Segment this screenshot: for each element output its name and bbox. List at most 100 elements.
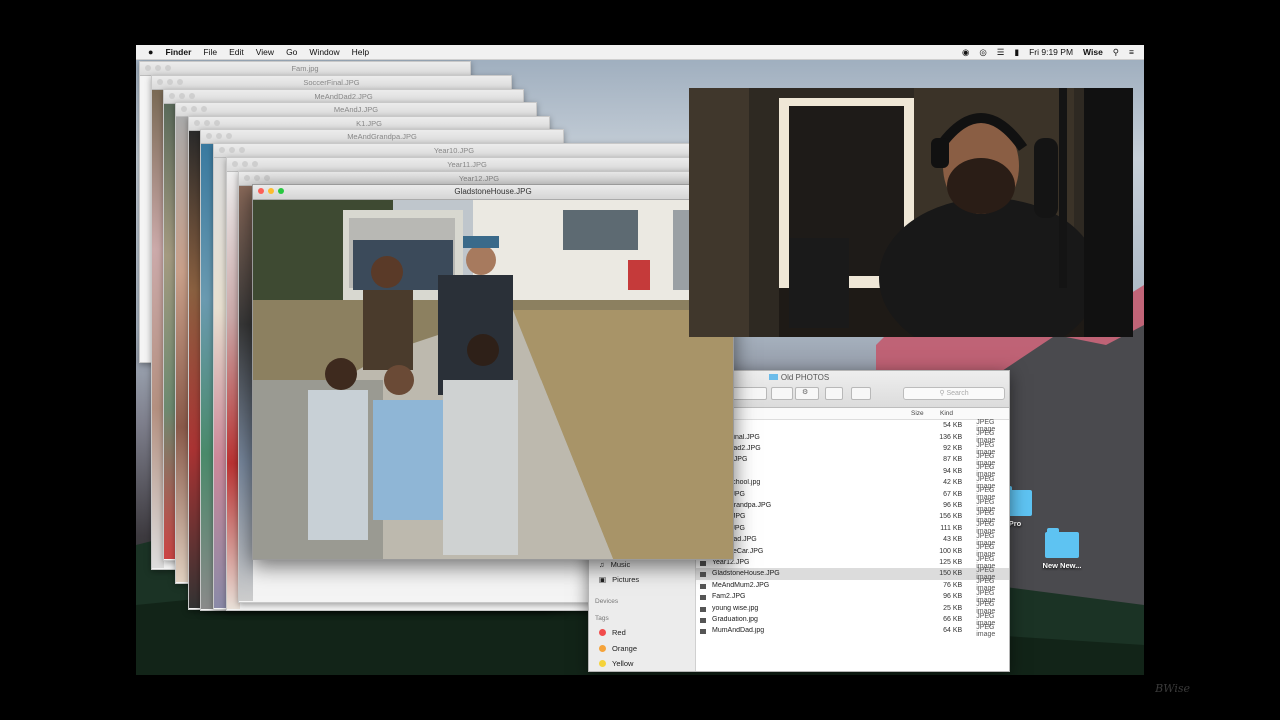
file-name: Fam2.JPG	[696, 593, 879, 601]
window-title: MeAndJ.JPG	[333, 105, 379, 114]
file-size: 43 KB	[943, 536, 963, 544]
menu-edit[interactable]: Edit	[229, 47, 244, 57]
file-size: 125 KB	[939, 558, 963, 566]
sidebar-item-music[interactable]: ♫ Music	[599, 560, 630, 569]
file-size: 67 KB	[943, 490, 963, 498]
file-size: 64 KB	[943, 627, 963, 635]
image-file-icon	[700, 629, 706, 635]
window-controls[interactable]	[258, 188, 284, 194]
search-field[interactable]: ⚲ Search	[903, 387, 1005, 400]
image-file-icon	[700, 617, 706, 623]
file-size: 92 KB	[943, 444, 963, 452]
photo-thumbnail-edge	[176, 117, 188, 582]
music-note-icon: ♫	[599, 560, 605, 569]
sidebar-header-devices: Devices	[595, 598, 619, 605]
window-controls[interactable]	[232, 161, 258, 167]
camera-icon: ▣	[599, 575, 607, 584]
image-file-icon	[700, 595, 706, 601]
yellow-tag-dot-icon	[599, 660, 606, 667]
window-controls[interactable]	[244, 175, 270, 181]
window-title-bar[interactable]: Year11.JPG	[227, 158, 707, 172]
desktop-folder-new-new[interactable]: New New...	[1032, 528, 1092, 570]
close-button[interactable]	[258, 188, 264, 194]
red-tag-dot-icon	[599, 629, 606, 636]
sidebar-item-pictures[interactable]: ▣ Pictures	[599, 575, 639, 584]
column-header-kind[interactable]: Kind	[940, 410, 953, 417]
file-size: 42 KB	[943, 479, 963, 487]
window-title-bar[interactable]: MeAndJ.JPG	[176, 103, 536, 117]
window-title-bar[interactable]: MeAndGrandpa.JPG	[201, 130, 563, 144]
sidebar-tag-orange[interactable]: Orange	[599, 644, 637, 653]
menu-clock[interactable]: Fri 9:19 PM	[1029, 47, 1073, 57]
zoom-button[interactable]	[278, 188, 284, 194]
window-controls[interactable]	[169, 93, 195, 99]
edit-tags-button[interactable]	[851, 387, 871, 400]
file-size: 100 KB	[939, 547, 963, 555]
menu-go[interactable]: Go	[286, 47, 297, 57]
sidebar-tag-red[interactable]: Red	[599, 628, 626, 637]
arrange-button[interactable]	[771, 387, 793, 400]
wifi-icon[interactable]: ☰	[997, 47, 1005, 58]
window-title: GladstoneHouse.JPG	[454, 187, 532, 196]
file-kind: JPEG image	[976, 623, 996, 638]
gear-icon: ⚙	[802, 389, 809, 396]
family-photo	[253, 200, 733, 559]
file-size: 76 KB	[943, 581, 963, 589]
folder-icon	[768, 374, 778, 380]
minimize-button[interactable]	[268, 188, 274, 194]
window-title: Year12.JPG	[458, 174, 500, 183]
folder-icon	[1045, 528, 1079, 558]
window-controls[interactable]	[206, 133, 232, 139]
sidebar-tag-yellow[interactable]: Yellow	[599, 659, 633, 668]
share-button[interactable]	[825, 387, 843, 400]
file-size: 96 KB	[943, 501, 963, 509]
window-title: K1.JPG	[356, 119, 382, 128]
menu-window[interactable]: Window	[309, 47, 339, 57]
window-title: MeAndDad2.JPG	[314, 92, 373, 101]
window-title: SoccerFinal.JPG	[303, 78, 360, 87]
webcam-feed	[689, 88, 1133, 337]
creative-cloud-icon[interactable]: ◎	[979, 47, 986, 58]
file-size: 54 KB	[943, 422, 963, 430]
file-name: MumAndDad.jpg	[696, 627, 879, 635]
menu-user[interactable]: Wise	[1083, 47, 1103, 57]
file-row[interactable]: MumAndDad.jpg 64 KB JPEG image	[696, 623, 1009, 638]
view-icon-mode-button[interactable]	[729, 387, 767, 400]
window-title-bar[interactable]: SoccerFinal.JPG	[152, 76, 511, 90]
file-name: young wise.jpg	[696, 605, 879, 612]
window-title: MeAndGrandpa.JPG	[347, 132, 417, 141]
action-gear-button[interactable]: ⚙	[795, 387, 819, 400]
menu-file[interactable]: File	[203, 47, 217, 57]
file-size: 150 KB	[939, 570, 963, 578]
window-title-bar[interactable]: GladstoneHouse.JPG	[253, 185, 733, 200]
record-icon[interactable]: ◉	[962, 47, 969, 58]
spotlight-search-icon[interactable]: ⚲	[1113, 47, 1119, 58]
notification-center-icon[interactable]: ≡	[1129, 47, 1134, 57]
webcam-overlay	[689, 88, 1133, 337]
sidebar-header-tags: Tags	[595, 615, 609, 622]
column-header-size[interactable]: Size	[911, 410, 924, 417]
file-size: 136 KB	[939, 433, 963, 441]
window-controls[interactable]	[157, 79, 183, 85]
window-title-bar[interactable]: Fam.jpg	[140, 62, 470, 76]
preview-window-gladstonehouse[interactable]: GladstoneHouse.JPG	[252, 184, 734, 560]
window-title-bar[interactable]: Year10.JPG	[214, 144, 694, 158]
watermark: BWise	[1155, 682, 1190, 695]
window-controls[interactable]	[145, 65, 171, 71]
file-size: 94 KB	[943, 467, 963, 475]
file-size: 25 KB	[943, 604, 963, 612]
menu-view[interactable]: View	[256, 47, 274, 57]
window-controls[interactable]	[219, 147, 245, 153]
menu-help[interactable]: Help	[352, 47, 369, 57]
window-controls[interactable]	[194, 120, 220, 126]
window-title: Year10.JPG	[433, 146, 475, 155]
window-controls[interactable]	[181, 106, 207, 112]
file-name: Graduation.jpg	[696, 616, 879, 623]
menu-app-name[interactable]: Finder	[165, 47, 191, 57]
battery-icon[interactable]: ▮	[1014, 47, 1019, 58]
file-size: 96 KB	[943, 593, 963, 601]
file-size: 87 KB	[943, 456, 963, 464]
apple-menu-icon[interactable]: ●	[148, 47, 153, 57]
image-file-icon	[700, 560, 706, 566]
file-size: 156 KB	[939, 513, 963, 521]
